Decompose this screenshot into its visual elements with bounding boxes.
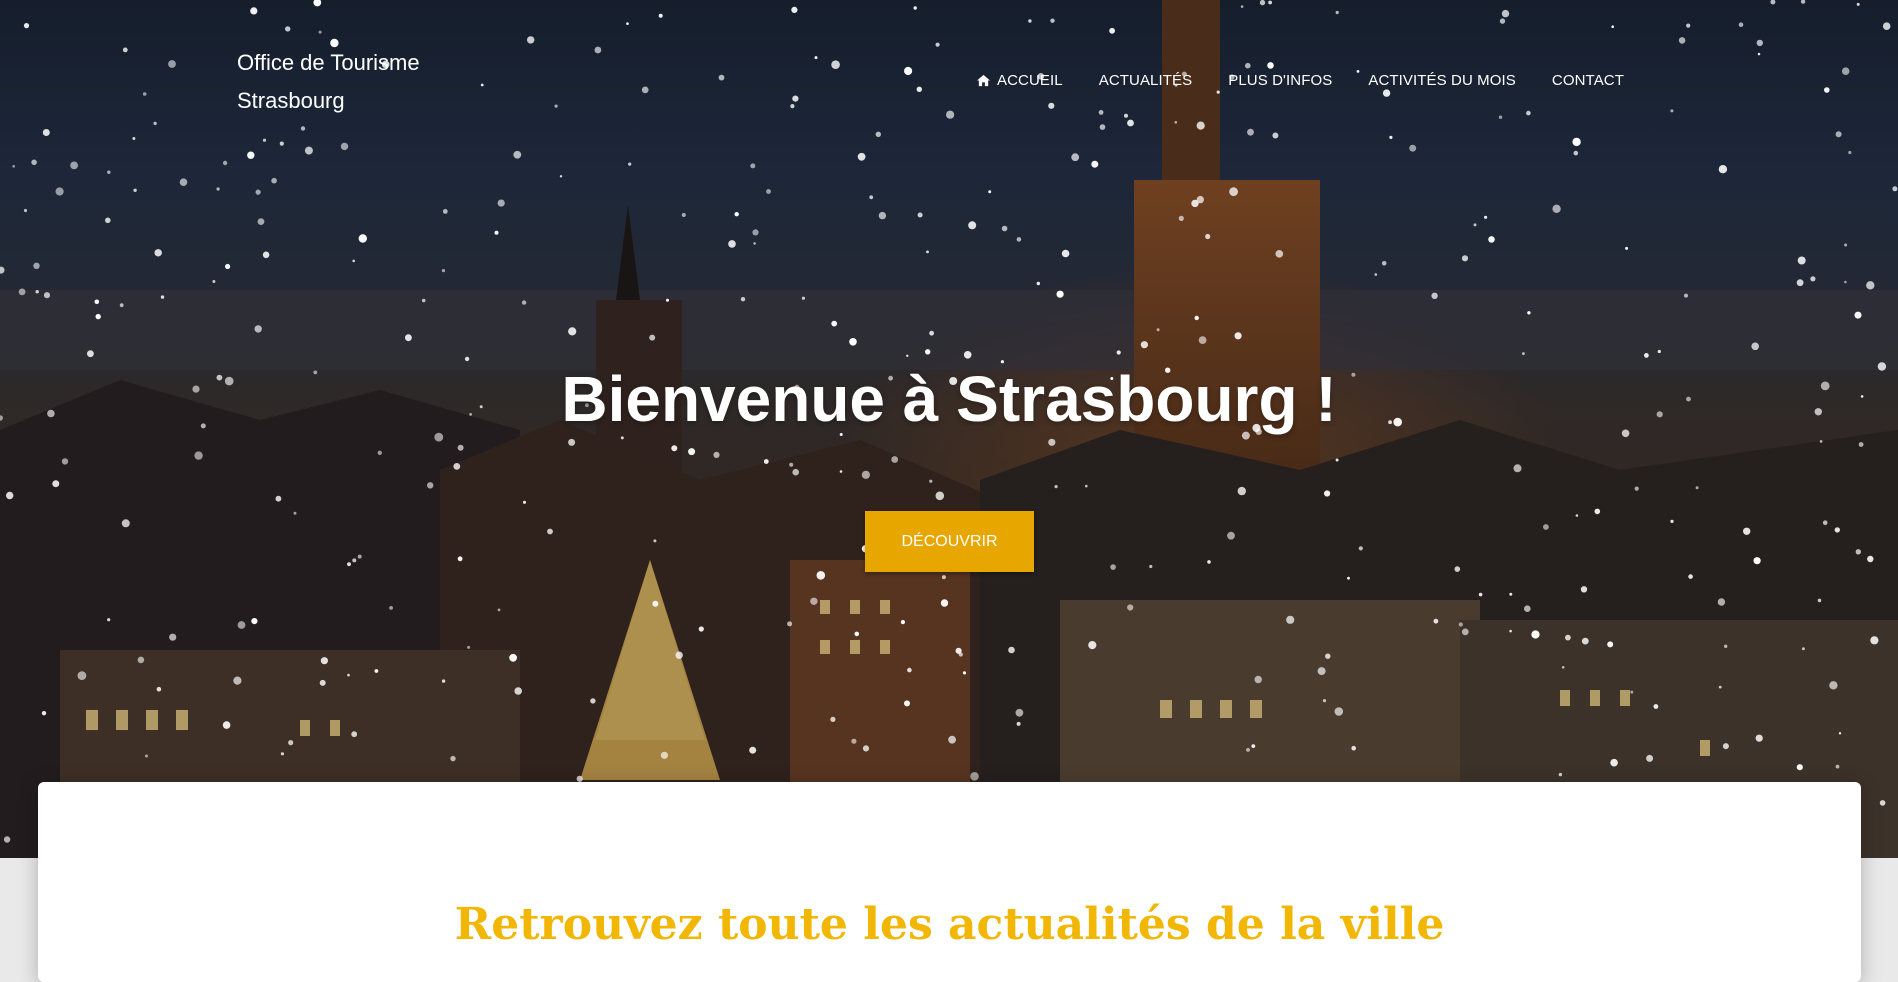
main-navigation: ACCUEIL ACTUALITÉS PLUS D'INFOS ACTIVITÉ… (958, 68, 1642, 93)
hero-title: Bienvenue à Strasbourg ! (561, 363, 1337, 435)
nav-label-plus-infos: PLUS D'INFOS (1228, 72, 1333, 89)
nav-item-accueil[interactable]: ACCUEIL (958, 68, 1081, 93)
nav-item-contact[interactable]: CONTACT (1534, 68, 1642, 93)
discover-button[interactable]: DÉCOUVRIR (865, 511, 1034, 572)
news-section-title: Retrouvez toute les actualités de la vil… (454, 899, 1445, 950)
nav-label-activites: ACTIVITÉS DU MOIS (1368, 72, 1516, 89)
nav-item-activites-du-mois[interactable]: ACTIVITÉS DU MOIS (1350, 68, 1534, 93)
home-icon (977, 74, 990, 87)
brand-line-1: Office de Tourisme (237, 50, 420, 75)
news-section-card: Retrouvez toute les actualités de la vil… (38, 782, 1861, 982)
nav-label-actualites: ACTUALITÉS (1098, 72, 1193, 89)
nav-label-accueil: ACCUEIL (997, 72, 1063, 89)
nav-item-plus-infos[interactable]: PLUS D'INFOS (1210, 68, 1350, 93)
site-brand-link[interactable]: Office de Tourisme Strasbourg (237, 44, 477, 120)
nav-label-contact: CONTACT (1551, 72, 1624, 89)
hero-section: Office de Tourisme Strasbourg ACCUEIL AC… (0, 0, 1898, 858)
nav-item-actualites[interactable]: ACTUALITÉS (1081, 68, 1211, 93)
brand-line-2: Strasbourg (237, 88, 345, 113)
